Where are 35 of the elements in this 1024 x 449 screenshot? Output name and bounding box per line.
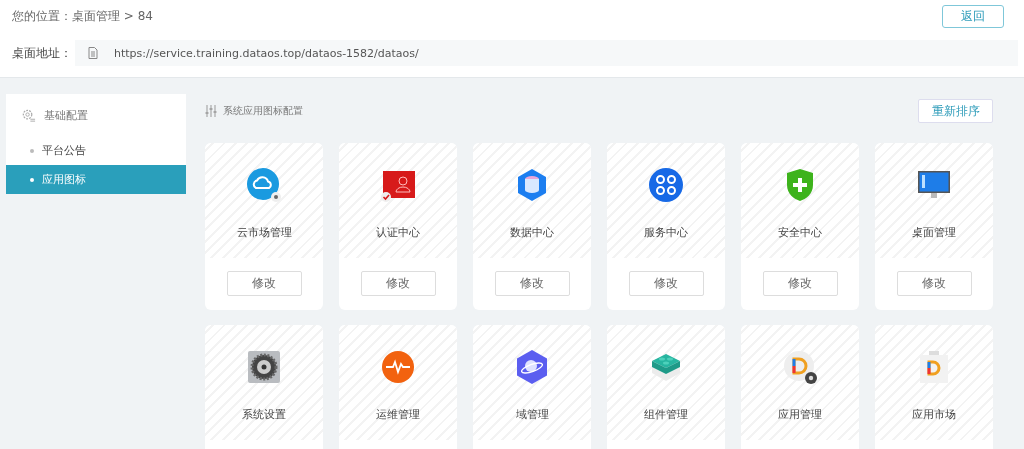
sliders-icon	[205, 105, 217, 117]
edit-button[interactable]: 修改	[762, 271, 838, 296]
address-label: 桌面地址：	[12, 44, 73, 62]
back-button[interactable]: 返回	[942, 4, 1004, 28]
cloud-icon	[246, 167, 282, 203]
edit-button[interactable]: 修改	[628, 271, 704, 296]
app-name: 云市场管理	[236, 225, 292, 240]
app-name: 安全中心	[778, 225, 822, 240]
app-name: 服务中心	[644, 225, 688, 240]
app-name: 应用市场	[912, 407, 956, 422]
app-name: 数据中心	[510, 225, 554, 240]
sidebar-group-title: 基础配置	[44, 107, 88, 123]
sidebar-item[interactable]: 平台公告	[6, 136, 186, 165]
document-icon	[88, 47, 98, 59]
grid-icon	[648, 167, 684, 203]
edit-button[interactable]: 修改	[226, 271, 302, 296]
section-title: 系统应用图标配置	[223, 104, 303, 118]
app-name: 组件管理	[644, 407, 688, 422]
app-name: 认证中心	[376, 225, 420, 240]
pulse-icon	[380, 349, 416, 385]
app-name: 运维管理	[376, 407, 420, 422]
app-name: 应用管理	[778, 407, 822, 422]
address-url: https://service.training.dataos.top/dataos-1582/dataos/	[114, 46, 419, 60]
app-name: 桌面管理	[912, 225, 956, 240]
app-name: 域管理	[515, 407, 549, 422]
settings-icon	[21, 107, 36, 123]
gear-icon	[246, 349, 282, 385]
breadcrumb: 您的位置：桌面管理 > 84	[12, 7, 153, 25]
edit-button[interactable]: 修改	[896, 271, 972, 296]
app-name: 系统设置	[242, 407, 286, 422]
edit-button[interactable]: 修改	[494, 271, 570, 296]
edit-button[interactable]: 修改	[360, 271, 436, 296]
planet-icon	[514, 349, 550, 385]
reorder-button[interactable]: 重新排序	[918, 99, 993, 123]
app-gear-icon	[782, 349, 818, 385]
